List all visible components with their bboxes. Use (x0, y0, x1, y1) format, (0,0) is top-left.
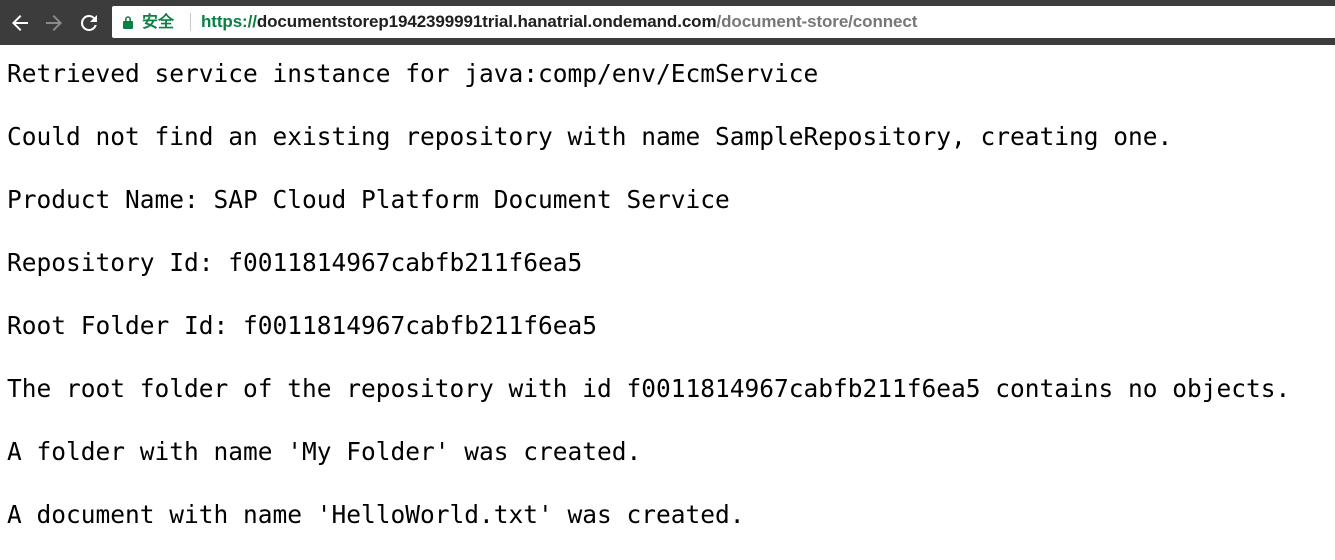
reload-button[interactable] (77, 11, 101, 35)
log-line: Could not find an existing repository wi… (7, 122, 1173, 151)
page-content: Retrieved service instance for java:comp… (7, 56, 1327, 560)
log-line: Repository Id: f0011814967cabfb211f6ea5 (7, 248, 583, 277)
log-line: The root folder of the repository with i… (7, 374, 1291, 403)
log-line: Root Folder Id: f0011814967cabfb211f6ea5 (7, 311, 598, 340)
forward-button[interactable] (42, 11, 66, 35)
lock-icon (123, 16, 133, 29)
arrow-left-icon (12, 15, 28, 31)
log-line: Product Name: SAP Cloud Platform Documen… (7, 185, 730, 214)
back-button[interactable] (8, 11, 32, 35)
url-text[interactable]: https://documentstorep1942399991trial.ha… (201, 6, 917, 38)
omnibox-divider (190, 13, 191, 31)
browser-toolbar: 安全 https://documentstorep1942399991trial… (0, 0, 1335, 45)
secure-label: 安全 (142, 12, 175, 31)
log-line: A folder with name 'My Folder' was creat… (7, 437, 642, 466)
log-line: Retrieved service instance for java:comp… (7, 59, 819, 88)
url-host: documentstorep1942399991trial.hanatrial.… (256, 12, 717, 31)
url-path: /document-store/connect (716, 12, 918, 31)
address-bar[interactable]: 安全 https://documentstorep1942399991trial… (112, 6, 1335, 38)
reload-icon (80, 14, 97, 31)
arrow-right-icon (46, 15, 62, 31)
url-scheme: https:// (201, 12, 257, 31)
